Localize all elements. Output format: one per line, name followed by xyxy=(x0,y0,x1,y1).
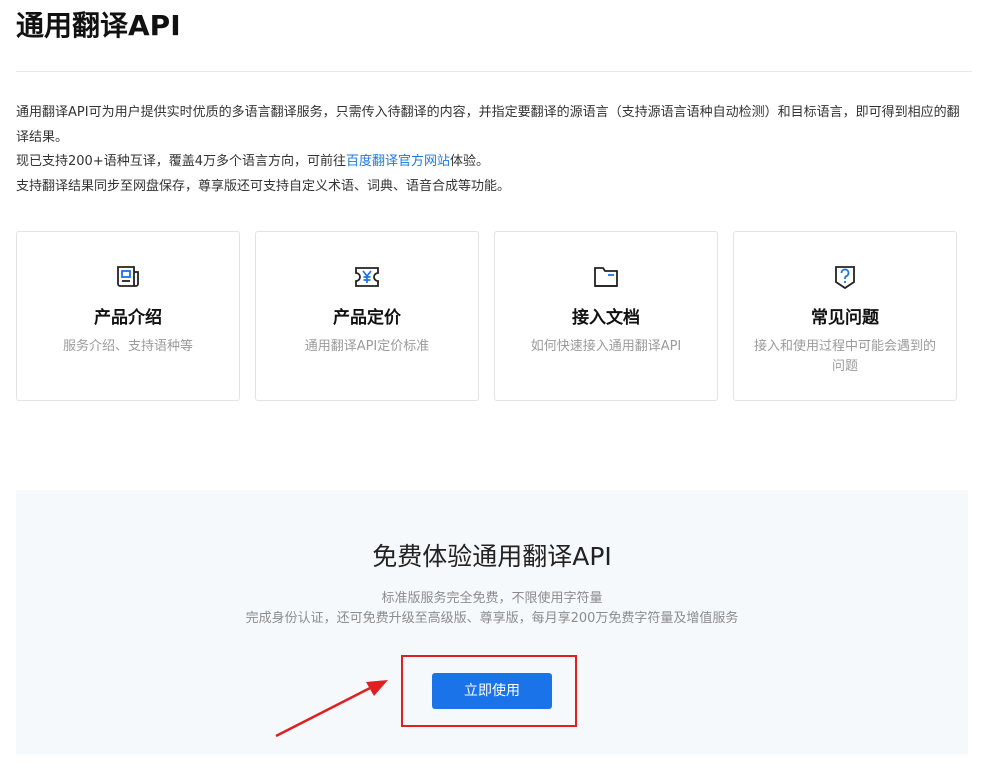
intro-line-2: 现已支持200+语种互译，覆盖4万多个语言方向，可前往百度翻译官方网站体验。 xyxy=(16,150,972,175)
newspaper-icon xyxy=(117,266,139,287)
baidu-translate-link[interactable]: 百度翻译官方网站 xyxy=(346,154,450,169)
free-trial-section: 免费体验通用翻译API 标准版服务完全免费，不限使用字符量 完成身份认证，还可免… xyxy=(16,490,968,754)
cta-desc-line-1: 标准版服务完全免费，不限使用字符量 xyxy=(381,591,603,606)
annotation-arrow-icon xyxy=(275,680,388,738)
card-faq[interactable]: 常见问题 接入和使用过程中可能会遇到的问题 xyxy=(733,231,957,401)
feature-cards: 产品介绍 服务介绍、支持语种等 产品定价 通用翻译API定价标准 接入文档 如何… xyxy=(16,231,957,401)
card-product-pricing[interactable]: 产品定价 通用翻译API定价标准 xyxy=(255,231,479,401)
card-product-intro[interactable]: 产品介绍 服务介绍、支持语种等 xyxy=(16,231,240,401)
card-title: 常见问题 xyxy=(811,308,879,328)
card-desc: 如何快速接入通用翻译API xyxy=(530,339,682,354)
folder-icon xyxy=(594,267,618,287)
intro-line-2-suffix: 体验。 xyxy=(450,154,490,169)
use-now-button[interactable]: 立即使用 xyxy=(432,673,552,709)
title-divider xyxy=(16,71,972,72)
intro-text: 通用翻译API可为用户提供实时优质的多语言翻译服务，只需传入待翻译的内容，并指定… xyxy=(16,101,972,199)
yen-ticket-icon xyxy=(355,267,379,287)
cta-description: 标准版服务完全免费，不限使用字符量 完成身份认证，还可免费升级至高级版、尊享版，… xyxy=(16,589,968,629)
page: 通用翻译API 通用翻译API可为用户提供实时优质的多语言翻译服务，只需传入待翻… xyxy=(0,0,985,782)
card-access-docs[interactable]: 接入文档 如何快速接入通用翻译API xyxy=(494,231,718,401)
card-desc: 通用翻译API定价标准 xyxy=(304,339,430,354)
cta-title: 免费体验通用翻译API xyxy=(372,542,612,571)
card-desc: 服务介绍、支持语种等 xyxy=(62,339,193,354)
card-desc: 接入和使用过程中可能会遇到的问题 xyxy=(753,339,936,374)
card-title: 产品定价 xyxy=(333,308,401,328)
intro-line-3: 支持翻译结果同步至网盘保存，尊享版还可支持自定义术语、词典、语音合成等功能。 xyxy=(16,178,511,194)
question-shield-icon xyxy=(835,266,855,290)
intro-line-2-prefix: 现已支持200+语种互译，覆盖4万多个语言方向，可前往 xyxy=(16,154,346,169)
card-title: 产品介绍 xyxy=(94,308,162,328)
card-title: 接入文档 xyxy=(572,308,640,328)
cta-desc-line-2: 完成身份认证，还可免费升级至高级版、尊享版，每月享200万免费字符量及增值服务 xyxy=(245,611,739,626)
intro-line-1: 通用翻译API可为用户提供实时优质的多语言翻译服务，只需传入待翻译的内容，并指定… xyxy=(16,105,960,145)
page-title: 通用翻译API xyxy=(16,9,181,42)
